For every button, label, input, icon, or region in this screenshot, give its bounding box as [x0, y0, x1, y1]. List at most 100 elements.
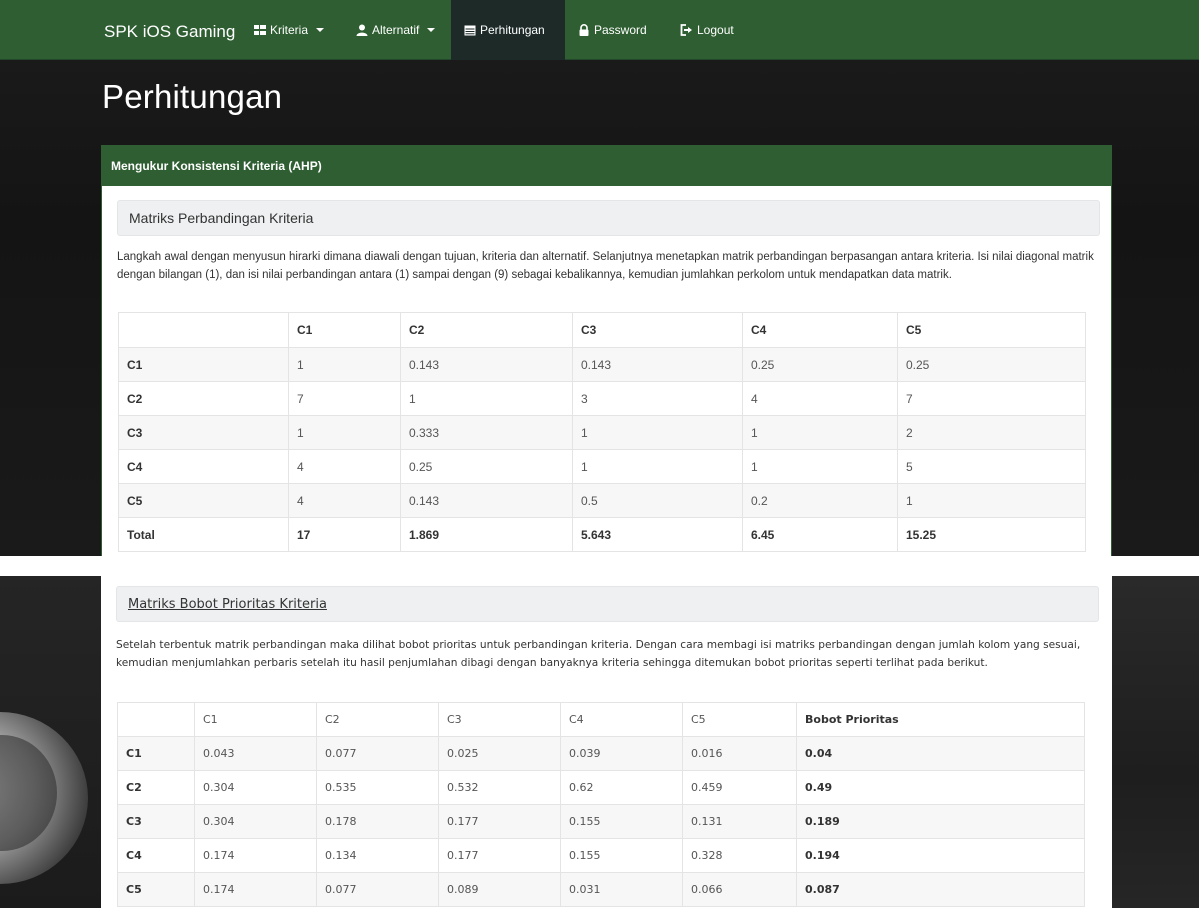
table-cell: 0.25 — [400, 449, 573, 484]
row-label: C4 — [117, 838, 195, 873]
table-row: C4 4 0.25 1 1 5 — [118, 449, 1086, 484]
table-row: C5 4 0.143 0.5 0.2 1 — [118, 483, 1086, 518]
table-cell: 1 — [400, 381, 573, 416]
nav-logout[interactable]: Logout — [667, 0, 747, 60]
table-row: C1 1 0.143 0.143 0.25 0.25 — [118, 347, 1086, 382]
table-cell: 7 — [288, 381, 401, 416]
brand[interactable]: SPK iOS Gaming — [104, 22, 235, 42]
table-cell: 0.174 — [194, 872, 317, 907]
table-cell: 0.62 — [560, 770, 683, 805]
table-cell: 0.131 — [682, 804, 797, 839]
row-label: C2 — [118, 381, 289, 416]
table-cell: 0.333 — [400, 415, 573, 450]
table-header-cell: C2 — [316, 702, 439, 737]
table-cell: 0.2 — [742, 483, 898, 518]
nav-alternatif[interactable]: Alternatif — [343, 0, 448, 60]
panel-heading: Mengukur Konsistensi Kriteria (AHP) — [102, 146, 1111, 186]
table-header-cell: Bobot Prioritas — [796, 702, 1085, 737]
table-cell: 3 — [572, 381, 743, 416]
priority-panel: Matriks Bobot Prioritas Kriteria Setelah… — [101, 576, 1112, 908]
table-cell: 0.025 — [438, 736, 561, 771]
table-cell: 0.031 — [560, 872, 683, 907]
row-label: C5 — [118, 483, 289, 518]
table-cell: 0.25 — [742, 347, 898, 382]
table-header-cell: C5 — [897, 312, 1086, 348]
table-header-cell — [118, 312, 289, 348]
table-cell: 0.178 — [316, 804, 439, 839]
logout-icon — [680, 24, 693, 36]
table-cell: 0.155 — [560, 804, 683, 839]
table-cell: 2 — [897, 415, 1086, 450]
table-cell: 0.304 — [194, 804, 317, 839]
row-label: C3 — [118, 415, 289, 450]
table-row: C2 7 1 3 4 7 — [118, 381, 1086, 416]
table-cell: 0.25 — [897, 347, 1086, 382]
nav-password-label: Password — [594, 23, 647, 37]
total-cell: 6.45 — [742, 517, 898, 552]
table-row: C3 0.304 0.178 0.177 0.155 0.131 0.189 — [117, 804, 1085, 839]
ahp-panel: Mengukur Konsistensi Kriteria (AHP) Matr… — [101, 145, 1112, 556]
row-label: C4 — [118, 449, 289, 484]
chevron-down-icon — [316, 28, 325, 32]
table-header-cell: C2 — [400, 312, 573, 348]
table-total-row: Total 17 1.869 5.643 6.45 15.25 — [118, 517, 1086, 552]
total-label: Total — [118, 517, 289, 552]
nav-perhitungan[interactable]: Perhitungan — [451, 0, 565, 60]
navbar: SPK iOS Gaming Kriteria Alternatif Perhi… — [0, 0, 1199, 60]
table-cell: 1 — [572, 415, 743, 450]
table-cell: 1 — [288, 415, 401, 450]
table-cell: 0.089 — [438, 872, 561, 907]
table-cell: 1 — [742, 415, 898, 450]
row-label: C5 — [117, 872, 195, 907]
total-cell: 15.25 — [897, 517, 1086, 552]
device-photo — [0, 712, 88, 884]
table-header-cell — [117, 702, 195, 737]
chevron-down-icon — [427, 28, 436, 32]
table-cell: 0.134 — [316, 838, 439, 873]
table-cell: 1 — [897, 483, 1086, 518]
priority-cell: 0.04 — [796, 736, 1085, 771]
table-header-cell: C3 — [572, 312, 743, 348]
table-cell: 1 — [742, 449, 898, 484]
user-icon — [356, 24, 368, 36]
top-screenshot: SPK iOS Gaming Kriteria Alternatif Perhi… — [0, 0, 1199, 556]
nav-password[interactable]: Password — [565, 0, 660, 60]
table-header-cell: C4 — [742, 312, 898, 348]
table-cell: 0.043 — [194, 736, 317, 771]
table-cell: 1 — [288, 347, 401, 382]
priority-cell: 0.189 — [796, 804, 1085, 839]
table-header-cell: C1 — [194, 702, 317, 737]
table-cell: 0.177 — [438, 804, 561, 839]
table-cell: 0.328 — [682, 838, 797, 873]
table-cell: 5 — [897, 449, 1086, 484]
total-cell: 1.869 — [400, 517, 573, 552]
section-title: Matriks Perbandingan Kriteria — [117, 200, 1100, 236]
lock-icon — [578, 24, 590, 36]
table-cell: 0.077 — [316, 872, 439, 907]
table-cell: 4 — [742, 381, 898, 416]
priority-cell: 0.49 — [796, 770, 1085, 805]
nav-kriteria-label: Kriteria — [270, 23, 309, 37]
row-label: C1 — [118, 347, 289, 382]
table-header-cell: C5 — [682, 702, 797, 737]
nav-alternatif-label: Alternatif — [372, 23, 420, 37]
comparison-matrix-table: C1 C2 C3 C4 C5 C1 1 0.143 0.143 0.25 0.2… — [118, 312, 1086, 552]
table-cell: 0.532 — [438, 770, 561, 805]
table-header-cell: C3 — [438, 702, 561, 737]
table-cell: 0.174 — [194, 838, 317, 873]
page-title: Perhitungan — [102, 78, 283, 115]
row-label: C3 — [117, 804, 195, 839]
nav-kriteria[interactable]: Kriteria — [241, 0, 337, 60]
total-cell: 17 — [288, 517, 401, 552]
background-right — [1112, 576, 1199, 908]
table-cell: 0.535 — [316, 770, 439, 805]
table-row: C5 0.174 0.077 0.089 0.031 0.066 0.087 — [117, 872, 1085, 907]
section-title[interactable]: Matriks Bobot Prioritas Kriteria — [116, 586, 1099, 622]
table-cell: 0.016 — [682, 736, 797, 771]
row-label: C1 — [117, 736, 195, 771]
table-row: C3 1 0.333 1 1 2 — [118, 415, 1086, 450]
priority-matrix-table: C1 C2 C3 C4 C5 Bobot Prioritas C1 0.043 … — [117, 702, 1085, 907]
table-header-row: C1 C2 C3 C4 C5 — [118, 312, 1086, 348]
table-cell: 0.155 — [560, 838, 683, 873]
nav-perhitungan-label: Perhitungan — [480, 23, 545, 37]
